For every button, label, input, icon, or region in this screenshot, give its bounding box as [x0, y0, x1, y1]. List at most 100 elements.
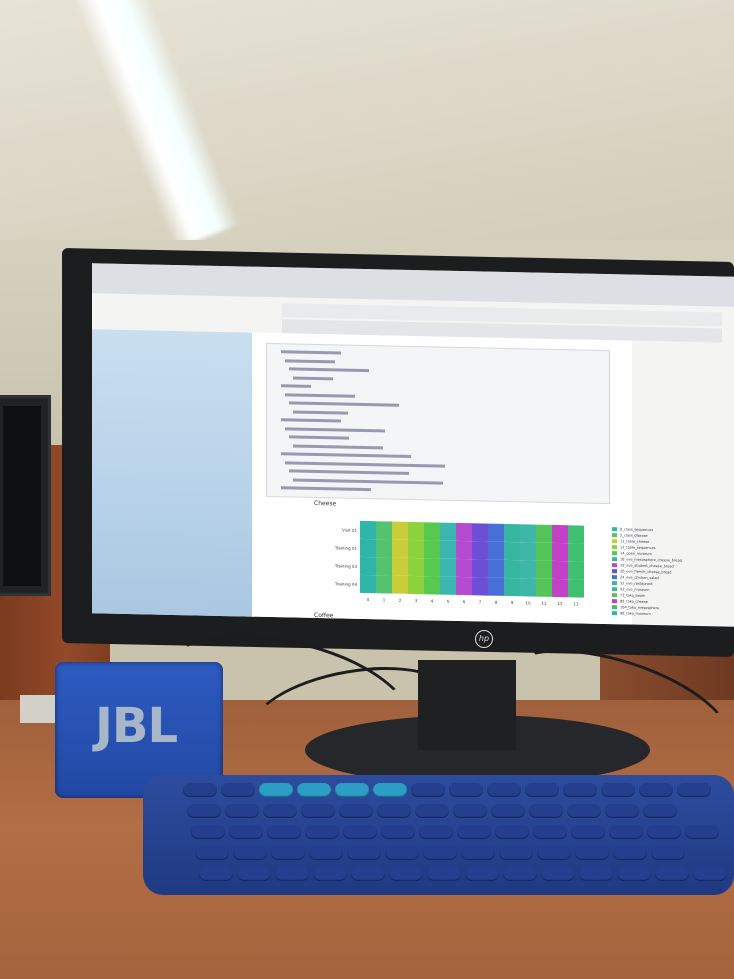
legend-label: 14_open_museum: [620, 550, 652, 556]
keyboard-key[interactable]: [351, 867, 385, 881]
heatmap-chart: Visit 01 Training 01 Training 03 Training 0…: [334, 520, 584, 606]
keyboard-key[interactable]: [449, 783, 483, 797]
keyboard-key[interactable]: [685, 825, 719, 839]
keyboard-key[interactable]: [529, 804, 563, 818]
keyboard-key[interactable]: [419, 825, 453, 839]
keyboard-key[interactable]: [605, 804, 639, 818]
code-line: [289, 469, 409, 475]
code-line: [281, 418, 341, 423]
keyboard-key[interactable]: [655, 867, 689, 881]
keyboard-key[interactable]: [335, 783, 369, 797]
legend-swatch: [612, 551, 617, 556]
keyboard-key[interactable]: [195, 846, 229, 860]
keyboard-key[interactable]: [693, 867, 727, 881]
keyboard-key[interactable]: [617, 867, 651, 881]
legend-label: 98_tako_museum: [620, 610, 651, 616]
keyboard-key[interactable]: [575, 846, 609, 860]
keyboard-key[interactable]: [613, 846, 647, 860]
keyboard-key[interactable]: [571, 825, 605, 839]
heatmap-cell: [488, 559, 504, 578]
keyboard-key[interactable]: [385, 846, 419, 860]
keyboard-key[interactable]: [259, 783, 293, 797]
column-label: 12: [557, 601, 563, 606]
keyboard-key[interactable]: [427, 867, 461, 881]
keyboard-key[interactable]: [377, 804, 411, 818]
keyboard-key[interactable]: [267, 825, 301, 839]
heatmap-cell: [392, 521, 408, 540]
keyboard-key[interactable]: [639, 783, 673, 797]
heatmap-cell: [504, 559, 520, 579]
keyboard-key[interactable]: [309, 846, 343, 860]
keyboard-key[interactable]: [297, 783, 331, 797]
keyboard-key[interactable]: [579, 867, 613, 881]
heatmap-cell: [424, 576, 440, 595]
keyboard-key[interactable]: [495, 825, 529, 839]
keyboard-key[interactable]: [381, 825, 415, 839]
keyboard-key[interactable]: [567, 804, 601, 818]
row-label: Training 04: [334, 581, 358, 586]
heatmap-cell: [376, 539, 392, 558]
keyboard-key[interactable]: [313, 867, 347, 881]
keyboard-key[interactable]: [457, 825, 491, 839]
heatmap-cell: [520, 560, 536, 579]
keyboard-key[interactable]: [541, 867, 575, 881]
column-label: 3: [415, 598, 418, 603]
keyboard-key[interactable]: [647, 825, 681, 839]
keyboard-key[interactable]: [199, 867, 233, 881]
keyboard-key[interactable]: [533, 825, 567, 839]
keyboard-key[interactable]: [525, 783, 559, 797]
keyboard-key[interactable]: [301, 804, 335, 818]
screen-left-pane: [92, 329, 252, 623]
keyboard-key[interactable]: [229, 825, 263, 839]
keyboard-key[interactable]: [677, 783, 711, 797]
keyboard-key[interactable]: [187, 804, 221, 818]
heatmap-cell: [424, 540, 440, 559]
keyboard-key[interactable]: [305, 825, 339, 839]
keyboard-key[interactable]: [423, 846, 457, 860]
heatmap-cell: [552, 524, 568, 544]
heatmap-cell: [392, 557, 408, 576]
keyboard-key[interactable]: [415, 804, 449, 818]
keyboard-key[interactable]: [221, 783, 255, 797]
keyboard-key[interactable]: [343, 825, 377, 839]
speaker-logo: JBL: [95, 698, 178, 754]
keyboard-key[interactable]: [461, 846, 495, 860]
keyboard-key[interactable]: [237, 867, 271, 881]
keyboard-key[interactable]: [263, 804, 297, 818]
heatmap-cell: [456, 540, 472, 560]
keyboard-key[interactable]: [465, 867, 499, 881]
legend-swatch: [612, 581, 617, 586]
keyboard-key[interactable]: [271, 846, 305, 860]
keyboard-key[interactable]: [601, 783, 635, 797]
keyboard-key[interactable]: [453, 804, 487, 818]
keyboard-key[interactable]: [487, 783, 521, 797]
monitor-stand-neck: [418, 660, 516, 750]
keyboard-key[interactable]: [225, 804, 259, 818]
heatmap-cell: [472, 541, 488, 560]
keyboard-key[interactable]: [275, 867, 309, 881]
keyboard-key[interactable]: [233, 846, 267, 860]
keyboard-key[interactable]: [347, 846, 381, 860]
keyboard-key[interactable]: [643, 804, 677, 818]
keyboard-key[interactable]: [609, 825, 643, 839]
code-cell[interactable]: [266, 342, 610, 505]
keyboard-key[interactable]: [491, 804, 525, 818]
legend-label: 11_table_cheese: [620, 538, 650, 544]
keyboard[interactable]: [143, 775, 734, 895]
keyboard-key[interactable]: [373, 783, 407, 797]
legend-swatch: [612, 587, 617, 592]
keyboard-key[interactable]: [499, 846, 533, 860]
keyboard-key[interactable]: [537, 846, 571, 860]
keyboard-key[interactable]: [339, 804, 373, 818]
row-label: Training 03: [334, 563, 358, 568]
column-label: 9: [511, 600, 514, 605]
keyboard-key[interactable]: [563, 783, 597, 797]
keyboard-key[interactable]: [183, 783, 217, 797]
keyboard-key[interactable]: [389, 867, 423, 881]
keyboard-key[interactable]: [191, 825, 225, 839]
heatmap-cell: [408, 557, 424, 577]
keyboard-key[interactable]: [651, 846, 685, 860]
keyboard-key[interactable]: [411, 783, 445, 797]
keyboard-key[interactable]: [503, 867, 537, 881]
heatmap-cell: [456, 522, 472, 542]
